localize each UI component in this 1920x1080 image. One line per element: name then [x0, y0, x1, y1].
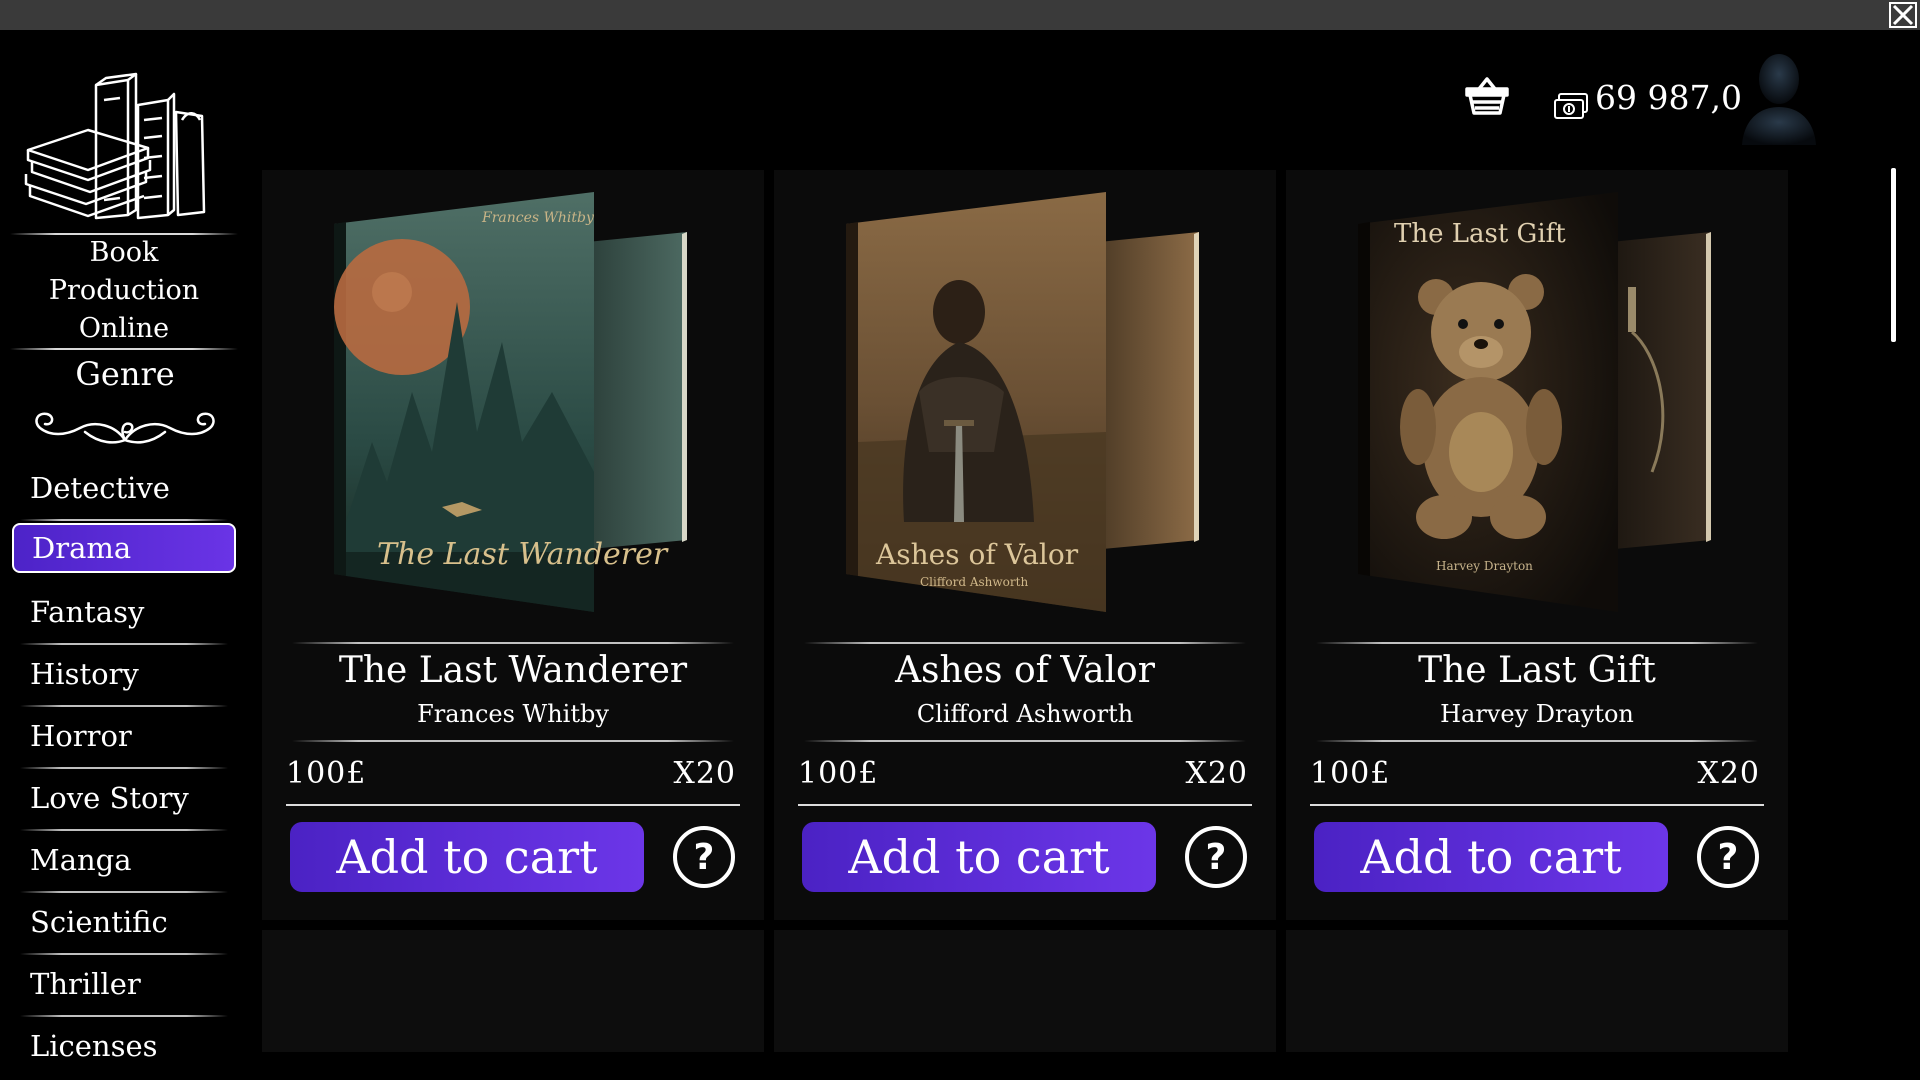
card-divider — [798, 804, 1252, 806]
brand-bottom-divider — [10, 348, 238, 350]
sidebar: Book Production Online Genre Detective D… — [0, 30, 250, 1080]
sidebar-item-manga[interactable]: Manga — [12, 829, 236, 893]
book-quantity: X20 — [1697, 756, 1760, 791]
book-cover-image: The Last Gift Harvey Drayton — [1358, 192, 1711, 612]
window-titlebar — [0, 0, 1920, 30]
book-author: Harvey Drayton — [1440, 700, 1634, 728]
sidebar-item-label: Horror — [30, 719, 132, 753]
scrollbar-thumb[interactable] — [1891, 168, 1896, 342]
genre-heading: Genre — [75, 355, 175, 393]
add-to-cart-button[interactable]: Add to cart — [1314, 822, 1668, 892]
book-card: The Last Gift Harvey Drayton The Last Gi… — [1286, 170, 1788, 920]
sidebar-item-thriller[interactable]: Thriller — [12, 953, 236, 1017]
card-divider — [1316, 740, 1758, 742]
money-balance: 69 987,0 — [1595, 78, 1742, 117]
book-card-placeholder — [262, 930, 764, 1052]
book-title: The Last Wanderer — [338, 650, 688, 691]
book-author: Clifford Ashworth — [916, 700, 1134, 728]
help-button[interactable]: ? — [1185, 826, 1247, 888]
sidebar-item-label: Scientific — [30, 905, 168, 939]
book-author: Frances Whitby — [417, 700, 609, 728]
sidebar-item-scientific[interactable]: Scientific — [12, 891, 236, 955]
book-price: 100£ — [286, 756, 367, 791]
book-card: Frances Whitby The Last Wanderer The Las… — [262, 170, 764, 920]
sidebar-item-history[interactable]: History — [12, 643, 236, 707]
help-button[interactable]: ? — [673, 826, 735, 888]
sidebar-item-label: Manga — [30, 843, 132, 877]
cover-title-text: The Last Wanderer — [377, 537, 669, 572]
book-cover-image: Frances Whitby The Last Wanderer — [334, 192, 687, 612]
sidebar-item-label: Drama — [32, 531, 132, 565]
card-divider — [804, 642, 1246, 644]
brand-title: Book Production Online — [48, 237, 200, 344]
sidebar-item-love-story[interactable]: Love Story — [12, 767, 236, 831]
sidebar-item-licenses[interactable]: Licenses — [12, 1015, 236, 1077]
card-divider — [1310, 804, 1764, 806]
book-price: 100£ — [1310, 756, 1391, 791]
card-divider — [1316, 642, 1758, 644]
card-divider — [292, 740, 734, 742]
cover-author-text: Harvey Drayton — [1436, 559, 1533, 573]
help-button[interactable]: ? — [1697, 826, 1759, 888]
user-silhouette-icon[interactable] — [1738, 45, 1820, 145]
cover-author-text: Frances Whitby — [481, 210, 595, 226]
cover-title-text: The Last Gift — [1394, 219, 1566, 249]
book-quantity: X20 — [1185, 756, 1248, 791]
sidebar-item-detective[interactable]: Detective — [12, 457, 236, 521]
sidebar-item-label: Love Story — [30, 781, 189, 815]
card-divider — [292, 642, 734, 644]
book-card-placeholder — [774, 930, 1276, 1052]
book-quantity: X20 — [673, 756, 736, 791]
header-status: 69 987,0 — [1320, 30, 1920, 150]
genre-list: Detective Drama Fantasy History Horror L… — [12, 457, 236, 1077]
add-to-cart-button[interactable]: Add to cart — [290, 822, 644, 892]
sidebar-item-label: History — [30, 657, 139, 691]
book-card: Ashes of Valor Clifford Ashworth Ashes o… — [774, 170, 1276, 920]
book-card-placeholder — [1286, 930, 1788, 1052]
card-divider — [286, 804, 740, 806]
close-icon — [1889, 2, 1917, 28]
books-stack-icon — [24, 72, 206, 220]
book-cover-image: Ashes of Valor Clifford Ashworth — [846, 192, 1199, 612]
sidebar-item-label: Detective — [30, 471, 170, 505]
book-title: Ashes of Valor — [895, 650, 1155, 691]
sidebar-item-fantasy[interactable]: Fantasy — [12, 581, 236, 645]
sidebar-item-label: Thriller — [30, 967, 141, 1001]
close-button[interactable] — [1886, 0, 1920, 30]
book-price: 100£ — [798, 756, 879, 791]
sidebar-item-label: Fantasy — [30, 595, 145, 629]
sidebar-item-label: Licenses — [30, 1029, 158, 1063]
cover-author-text: Clifford Ashworth — [920, 575, 1028, 589]
basket-icon[interactable] — [1463, 75, 1511, 119]
flourish-ornament-icon — [35, 412, 215, 444]
card-divider — [804, 740, 1246, 742]
banknote-icon — [1554, 93, 1588, 119]
book-title: The Last Gift — [1418, 650, 1656, 691]
sidebar-item-drama[interactable]: Drama — [12, 523, 236, 573]
cover-title-text: Ashes of Valor — [875, 538, 1079, 571]
sidebar-item-horror[interactable]: Horror — [12, 705, 236, 769]
add-to-cart-button[interactable]: Add to cart — [802, 822, 1156, 892]
